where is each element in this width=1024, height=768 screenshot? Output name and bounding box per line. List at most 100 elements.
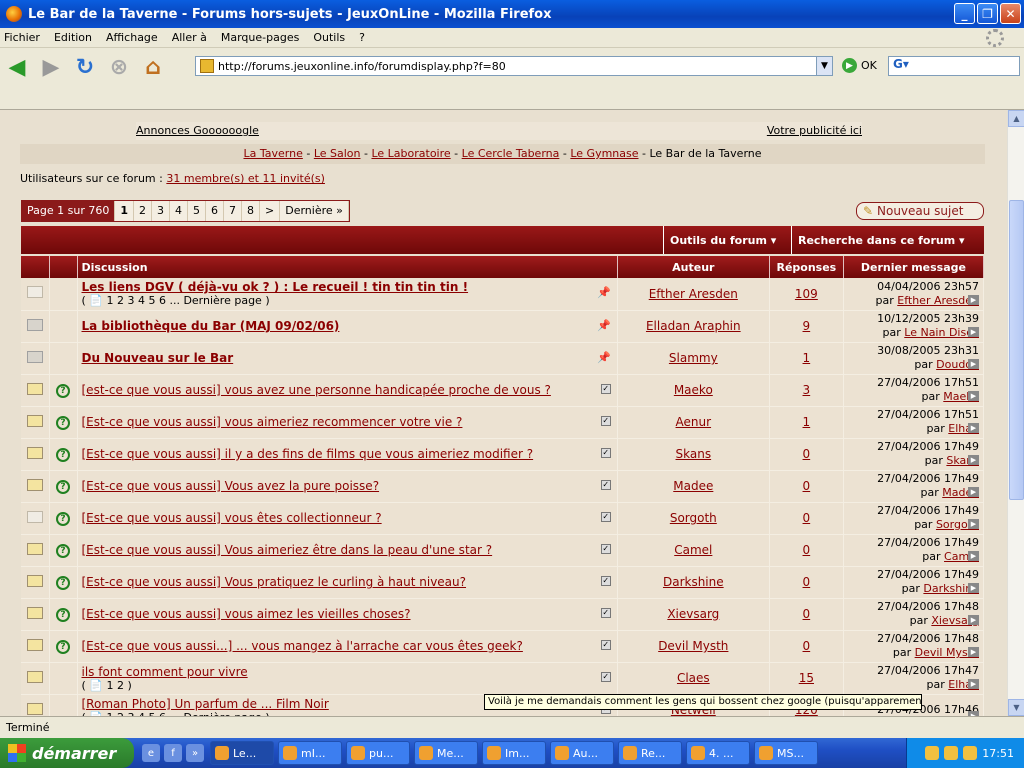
author-link[interactable]: Madee: [673, 479, 713, 493]
thread-title-link[interactable]: La bibliothèque du Bar (MAJ 09/02/06): [82, 319, 340, 333]
thread-title-link[interactable]: [Est-ce que vous aussi...] ... vous mang…: [82, 639, 523, 653]
thread-title-link[interactable]: [Roman Photo] Un parfum de ... Film Noir: [82, 697, 329, 711]
url-dropdown-icon[interactable]: ▼: [816, 57, 832, 75]
checkbox-icon[interactable]: ✓: [600, 511, 611, 522]
replies-link[interactable]: 0: [803, 607, 811, 621]
author-link[interactable]: Efther Aresden: [649, 287, 738, 301]
page-link[interactable]: 6: [206, 201, 224, 221]
last-post-column-header[interactable]: Dernier message: [843, 256, 985, 278]
thread-title-link[interactable]: [Est-ce que vous aussi] vous êtes collec…: [82, 511, 382, 525]
thread-title-link[interactable]: ils font comment pour vivre: [82, 665, 248, 679]
thread-title-link[interactable]: [Est-ce que vous aussi] vous aimeriez re…: [82, 415, 463, 429]
go-to-last-post-icon[interactable]: ▶: [968, 614, 979, 625]
thread-title-link[interactable]: [Est-ce que vous aussi] Vous pratiquez l…: [82, 575, 467, 589]
go-button[interactable]: ▶ OK: [842, 58, 877, 73]
author-link[interactable]: Skans: [676, 447, 712, 461]
replies-link[interactable]: 0: [803, 511, 811, 525]
new-topic-button[interactable]: ✎ Nouveau sujet: [856, 202, 984, 220]
discussion-column-header[interactable]: Discussion: [77, 256, 618, 278]
taskbar-button[interactable]: MS...: [754, 741, 818, 765]
checkbox-icon[interactable]: ✓: [600, 575, 611, 586]
go-to-last-post-icon[interactable]: ▶: [968, 358, 979, 369]
author-link[interactable]: Elladan Araphin: [646, 319, 741, 333]
forum-search-menu[interactable]: Recherche dans ce forum ▾: [791, 226, 984, 254]
breadcrumb-link[interactable]: Le Laboratoire: [371, 147, 450, 160]
taskbar-button[interactable]: Au...: [550, 741, 614, 765]
taskbar-button[interactable]: Re...: [618, 741, 682, 765]
go-to-last-post-icon[interactable]: ▶: [968, 294, 979, 305]
thread-pages[interactable]: ( 📄 1 2 ): [82, 679, 613, 692]
thread-title-link[interactable]: [est-ce que vous aussi] vous avez une pe…: [82, 383, 551, 397]
home-button[interactable]: ⌂: [140, 54, 166, 80]
quicklaunch-icon[interactable]: »: [186, 744, 204, 762]
menu-outils[interactable]: Outils: [313, 31, 345, 44]
go-to-last-post-icon[interactable]: ▶: [968, 582, 979, 593]
menu-aller-a[interactable]: Aller à: [172, 31, 207, 44]
stop-button[interactable]: ⊗: [106, 54, 132, 80]
scroll-down-icon[interactable]: ▼: [1008, 699, 1024, 716]
maximize-button[interactable]: ❐: [977, 3, 998, 24]
scroll-up-icon[interactable]: ▲: [1008, 110, 1024, 127]
minimize-button[interactable]: _: [954, 3, 975, 24]
tray-icon[interactable]: [944, 746, 959, 760]
author-link[interactable]: Sorgoth: [670, 511, 717, 525]
menu-edition[interactable]: Edition: [54, 31, 92, 44]
last-page-link[interactable]: Dernière »: [280, 201, 349, 221]
breadcrumb-link[interactable]: Le Cercle Taberna: [462, 147, 560, 160]
breadcrumb-link[interactable]: Le Salon: [314, 147, 361, 160]
go-to-last-post-icon[interactable]: ▶: [968, 326, 979, 337]
page-link[interactable]: 4: [170, 201, 188, 221]
menu-affichage[interactable]: Affichage: [106, 31, 158, 44]
author-link[interactable]: Darkshine: [663, 575, 724, 589]
replies-link[interactable]: 0: [803, 639, 811, 653]
author-link[interactable]: Slammy: [669, 351, 718, 365]
forward-button[interactable]: ▶: [38, 54, 64, 80]
ads-link[interactable]: Annonces Goooooogle: [136, 124, 259, 137]
page-link[interactable]: 3: [152, 201, 170, 221]
replies-link[interactable]: 0: [803, 543, 811, 557]
back-button[interactable]: ◀: [4, 54, 30, 80]
checkbox-icon[interactable]: ✓: [600, 383, 611, 394]
thread-title-link[interactable]: Les liens DGV ( déjà-vu ok ? ) : Le recu…: [82, 280, 469, 294]
replies-link[interactable]: 9: [803, 319, 811, 333]
replies-column-header[interactable]: Réponses: [769, 256, 844, 278]
replies-link[interactable]: 15: [799, 671, 814, 685]
taskbar-button[interactable]: mI...: [278, 741, 342, 765]
checkbox-icon[interactable]: ✓: [600, 639, 611, 650]
go-to-last-post-icon[interactable]: ▶: [968, 550, 979, 561]
go-to-last-post-icon[interactable]: ▶: [968, 422, 979, 433]
last-poster-link[interactable]: Efther Aresden: [897, 294, 979, 307]
ie-icon[interactable]: e: [142, 744, 160, 762]
taskbar-button[interactable]: Le...: [210, 741, 274, 765]
thread-pages[interactable]: ( 📄 1 2 3 4 5 6 ... Dernière page ): [82, 294, 613, 307]
vertical-scrollbar[interactable]: ▲ ▼: [1007, 110, 1024, 716]
replies-link[interactable]: 0: [803, 447, 811, 461]
firefox-quicklaunch-icon[interactable]: f: [164, 744, 182, 762]
replies-link[interactable]: 1: [803, 415, 811, 429]
breadcrumb-link[interactable]: La Taverne: [243, 147, 302, 160]
search-input[interactable]: G▾: [888, 56, 1020, 76]
page-link[interactable]: 7: [224, 201, 242, 221]
menu-marque-pages[interactable]: Marque-pages: [221, 31, 299, 44]
checkbox-icon[interactable]: ✓: [600, 543, 611, 554]
menu-help[interactable]: ?: [359, 31, 365, 44]
author-link[interactable]: Camel: [674, 543, 712, 557]
page-link[interactable]: 5: [188, 201, 206, 221]
forum-tools-menu[interactable]: Outils du forum ▾: [663, 226, 791, 254]
online-users-link[interactable]: 31 membre(s) et 11 invité(s): [166, 172, 325, 185]
thread-title-link[interactable]: [Est-ce que vous aussi] il y a des fins …: [82, 447, 534, 461]
go-to-last-post-icon[interactable]: ▶: [968, 486, 979, 497]
replies-link[interactable]: 0: [803, 479, 811, 493]
scroll-thumb[interactable]: [1009, 200, 1024, 500]
author-link[interactable]: Devil Mysth: [658, 639, 728, 653]
close-button[interactable]: ✕: [1000, 3, 1021, 24]
taskbar-button[interactable]: pu...: [346, 741, 410, 765]
checkbox-icon[interactable]: ✓: [600, 607, 611, 618]
author-link[interactable]: Xievsarg: [667, 607, 719, 621]
replies-link[interactable]: 0: [803, 575, 811, 589]
replies-link[interactable]: 3: [803, 383, 811, 397]
checkbox-icon[interactable]: ✓: [600, 479, 611, 490]
replies-link[interactable]: 1: [803, 351, 811, 365]
start-button[interactable]: démarrer: [0, 738, 134, 768]
go-to-last-post-icon[interactable]: ▶: [968, 454, 979, 465]
